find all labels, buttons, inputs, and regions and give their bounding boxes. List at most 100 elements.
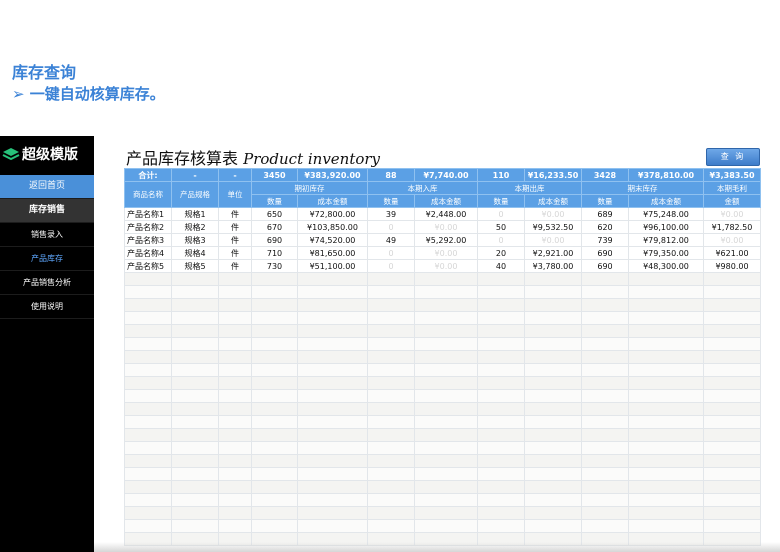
table-row[interactable]: 产品名称4 规格4 件 710 ¥81,650.00 0 ¥0.00 20 ¥2,921.00 6… (124, 246, 761, 260)
table-row[interactable]: 产品名称3 规格3 件 690 ¥74,520.00 49 ¥5,292.00 0 ¥0.00 7… (124, 233, 761, 247)
empty-cell (581, 428, 629, 442)
empty-cell (477, 298, 525, 312)
table-cell: ¥9,532.50 (524, 220, 582, 234)
empty-cell (524, 493, 582, 507)
empty-cell (524, 519, 582, 533)
empty-cell (171, 428, 219, 442)
empty-cell (124, 350, 172, 364)
table-cell: ¥48,300.00 (628, 259, 704, 273)
empty-cell (477, 506, 525, 520)
table-cell: ¥0.00 (414, 220, 478, 234)
bottom-shadow (94, 542, 780, 552)
empty-cell (628, 402, 704, 416)
empty-row (124, 467, 761, 481)
column-header: 成本金额 (524, 194, 582, 208)
table-cell: 690 (581, 246, 629, 260)
empty-cell (414, 428, 478, 442)
sidebar-item[interactable]: 产品库存 (0, 247, 94, 271)
empty-cell (524, 402, 582, 416)
empty-cell (703, 506, 761, 520)
empty-cell (414, 441, 478, 455)
empty-cell (367, 337, 415, 351)
empty-cell (251, 415, 298, 429)
table-cell: ¥0.00 (703, 233, 761, 247)
column-header: 成本金额 (414, 194, 478, 208)
empty-cell (414, 272, 478, 286)
empty-cell (297, 285, 368, 299)
empty-cell (251, 467, 298, 481)
table-row[interactable]: 产品名称1 规格1 件 650 ¥72,800.00 39 ¥2,448.00 0 ¥0.00 6… (124, 207, 761, 221)
empty-cell (251, 311, 298, 325)
total-cell: 3428 (581, 168, 629, 182)
empty-cell (414, 337, 478, 351)
empty-cell (251, 519, 298, 533)
empty-row (124, 454, 761, 468)
app-frame: 超级模版 返回首页 库存销售 销售录入 产品库存 产品销售分析 使用说明 产品库存核算表 … (0, 136, 780, 552)
empty-cell (171, 467, 219, 481)
empty-cell (414, 311, 478, 325)
table-cell: 件 (218, 246, 252, 260)
empty-cell (124, 311, 172, 325)
sidebar-item[interactable]: 返回首页 (0, 175, 94, 199)
page-title-cn: 产品库存核算表 (126, 149, 239, 168)
table-cell: ¥96,100.00 (628, 220, 704, 234)
table-cell: 0 (477, 233, 525, 247)
total-cell: ¥383,920.00 (297, 168, 368, 182)
empty-cell (703, 402, 761, 416)
table-cell: ¥79,350.00 (628, 246, 704, 260)
table-cell: 规格1 (171, 207, 219, 221)
table-cell: ¥103,850.00 (297, 220, 368, 234)
table-row[interactable]: 产品名称2 规格2 件 670 ¥103,850.00 0 ¥0.00 50 ¥9,532.50… (124, 220, 761, 234)
sidebar-item[interactable]: 销售录入 (0, 223, 94, 247)
empty-cell (218, 402, 252, 416)
empty-cell (124, 337, 172, 351)
empty-cell (218, 298, 252, 312)
empty-cell (367, 428, 415, 442)
empty-cell (414, 454, 478, 468)
empty-cell (297, 467, 368, 481)
empty-row (124, 285, 761, 299)
sidebar-item[interactable]: 使用说明 (0, 295, 94, 319)
group-header-row: 商品名称 产品规格 单位 期初库存 本期入库 本期出库 期末库存 本期毛利 (124, 181, 761, 208)
empty-row (124, 480, 761, 494)
empty-cell (628, 480, 704, 494)
empty-cell (628, 363, 704, 377)
empty-cell (367, 376, 415, 390)
empty-cell (367, 480, 415, 494)
empty-cell (581, 324, 629, 338)
table-cell: ¥0.00 (703, 207, 761, 221)
sidebar-item[interactable]: 库存销售 (0, 199, 94, 223)
empty-cell (581, 441, 629, 455)
total-cell: - (171, 168, 219, 182)
empty-cell (477, 441, 525, 455)
empty-cell (124, 298, 172, 312)
table-row[interactable]: 产品名称5 规格5 件 730 ¥51,100.00 0 ¥0.00 40 ¥3,780.00 6… (124, 259, 761, 273)
empty-cell (703, 376, 761, 390)
sidebar-item[interactable]: 产品销售分析 (0, 271, 94, 295)
empty-cell (171, 519, 219, 533)
empty-cell (524, 285, 582, 299)
table-cell: 产品名称4 (124, 246, 172, 260)
table-cell: 0 (367, 220, 415, 234)
empty-cell (218, 467, 252, 481)
table-cell: ¥0.00 (524, 233, 582, 247)
empty-row (124, 519, 761, 533)
empty-cell (581, 389, 629, 403)
empty-cell (628, 311, 704, 325)
empty-cell (703, 454, 761, 468)
empty-cell (414, 506, 478, 520)
empty-cell (477, 376, 525, 390)
total-cell: ¥378,810.00 (628, 168, 704, 182)
empty-cell (297, 350, 368, 364)
inventory-table: 合计: - -3450 ¥383,920.00 88 ¥7,740.00 110 ¥16,23… (124, 168, 761, 546)
empty-cell (297, 311, 368, 325)
table-cell: 0 (367, 259, 415, 273)
empty-cell (367, 311, 415, 325)
empty-cell (171, 389, 219, 403)
query-button[interactable]: 查 询 (706, 148, 760, 166)
empty-cell (628, 350, 704, 364)
empty-cell (414, 480, 478, 494)
empty-cell (477, 363, 525, 377)
empty-cell (124, 467, 172, 481)
empty-cell (218, 441, 252, 455)
